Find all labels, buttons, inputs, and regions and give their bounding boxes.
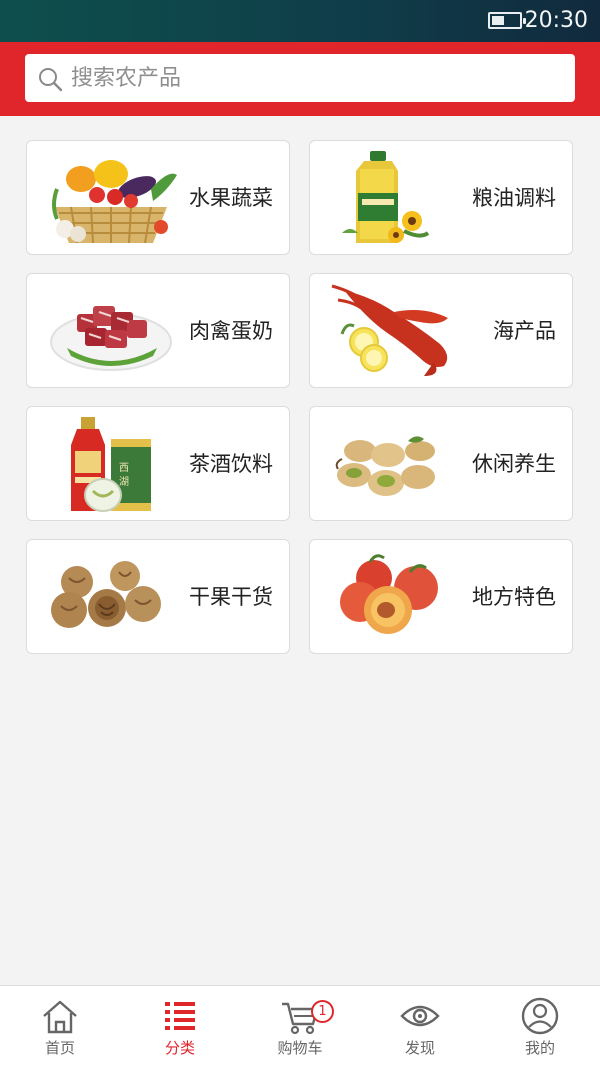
tab-profile[interactable]: 我的 [480,986,600,1067]
tab-label: 我的 [524,1039,555,1057]
list-icon [165,1002,195,1030]
tab-home[interactable]: 首页 [0,986,120,1067]
home-icon [43,1000,77,1034]
category-label: 茶酒饮料 [189,452,273,476]
category-card-seafood[interactable]: 海产品 [309,273,573,388]
category-label: 粮油调料 [472,186,556,210]
search-box[interactable] [25,54,575,102]
search-input[interactable] [71,60,551,96]
category-card-snacks-health[interactable]: 休闲养生 [309,406,573,521]
category-card-grain-oil[interactable]: 粮油调料 [309,140,573,255]
battery-icon [488,12,526,29]
peach-image [340,554,438,634]
lobster-image [331,284,448,376]
svg-text:西: 西 [119,463,129,474]
category-card-tea-liquor[interactable]: 西 湖 茶酒饮料 [26,406,290,521]
category-label: 海产品 [493,319,556,343]
category-label: 肉禽蛋奶 [189,319,273,343]
user-icon [521,997,559,1035]
walnut-image [51,561,161,628]
svg-text:湖: 湖 [119,476,129,488]
category-label: 地方特色 [472,585,556,609]
cart-badge: 1 [311,1000,334,1023]
category-card-dried-nuts[interactable]: 干果干货 [26,539,290,654]
category-label: 干果干货 [189,585,273,609]
status-time: 20:30 [524,8,588,33]
tab-category[interactable]: 分类 [120,986,240,1067]
eye-icon [400,1005,440,1027]
tab-cart[interactable]: 1 购物车 [240,986,360,1067]
pistachio-image [335,436,435,496]
cooking-oil-bottle-image [342,151,430,243]
status-bar: 20:30 [0,0,600,42]
category-label: 水果蔬菜 [189,186,273,210]
vegetables-basket-image [52,160,177,244]
bottom-tab-bar: 首页 分类 1 购物车 发现 我的 [0,985,600,1067]
tab-discover[interactable]: 发现 [360,986,480,1067]
tab-label: 分类 [164,1039,195,1057]
liquor-tea-image: 西 湖 [71,417,151,512]
meat-plate-image [50,306,172,371]
search-icon [39,68,63,92]
tab-label: 购物车 [277,1039,323,1057]
search-header [0,42,600,116]
category-card-fruits-vegetables[interactable]: 水果蔬菜 [26,140,290,255]
tab-label: 发现 [404,1039,435,1057]
category-card-local-specialty[interactable]: 地方特色 [309,539,573,654]
category-card-meat-dairy[interactable]: 肉禽蛋奶 [26,273,290,388]
category-label: 休闲养生 [472,452,556,476]
tab-label: 首页 [44,1039,75,1057]
